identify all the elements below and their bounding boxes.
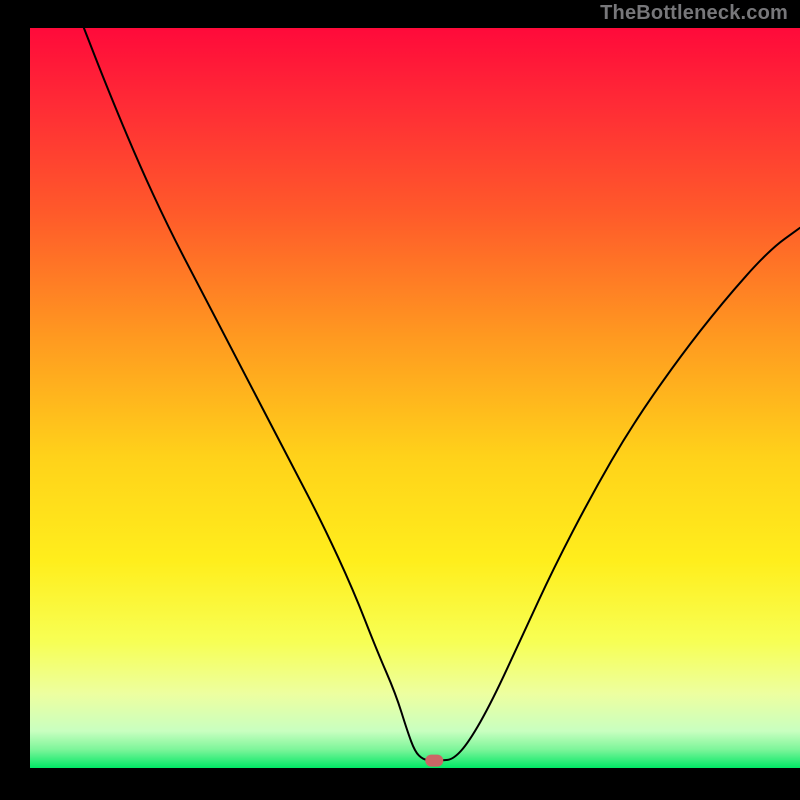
bottleneck-chart xyxy=(0,0,800,800)
watermark-text: TheBottleneck.com xyxy=(600,2,788,25)
plot-background xyxy=(30,28,800,768)
optimum-marker xyxy=(425,755,443,767)
chart-container: TheBottleneck.com xyxy=(0,0,800,800)
